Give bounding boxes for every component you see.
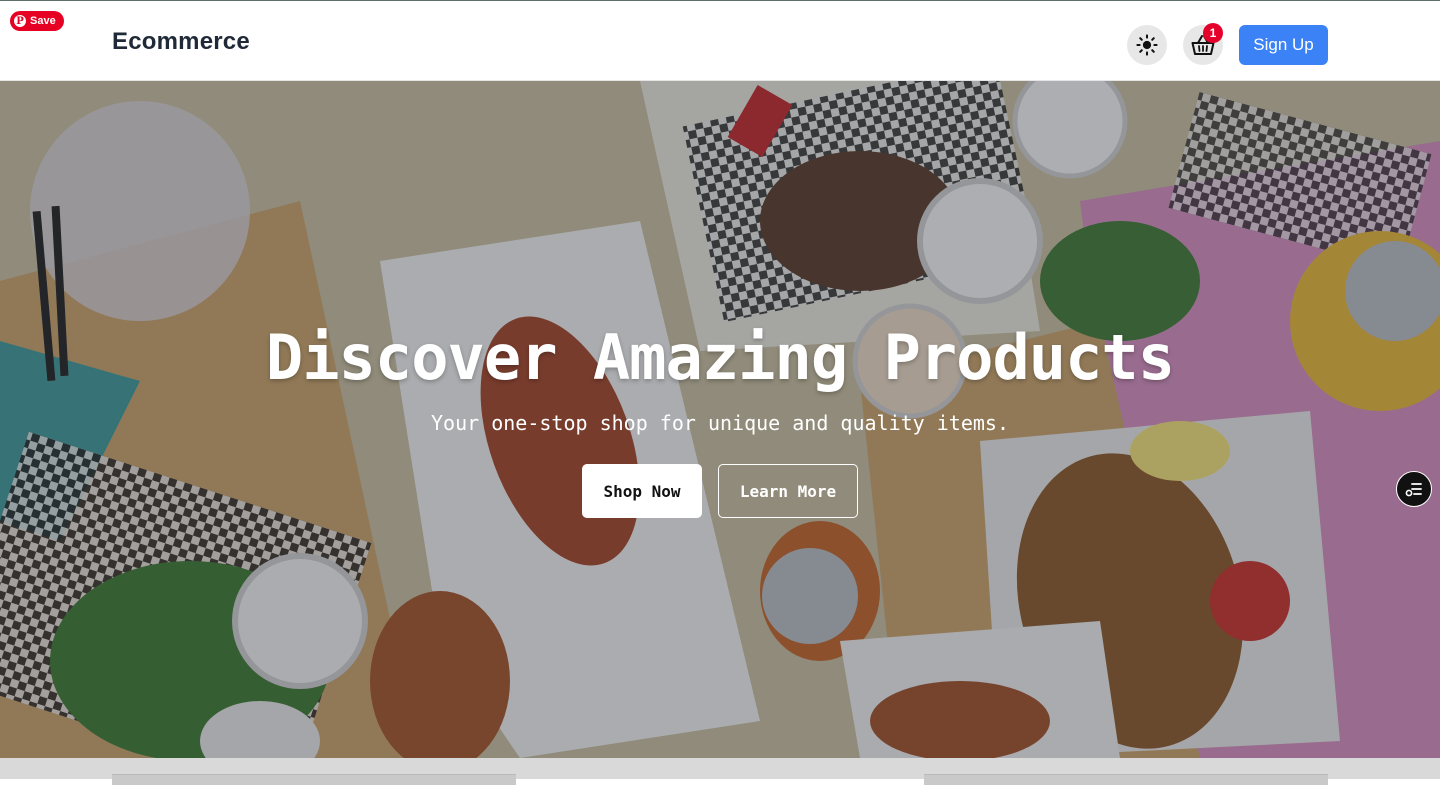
hero-title: Discover Amazing Products: [265, 321, 1175, 394]
floating-filter-button[interactable]: [1396, 471, 1432, 507]
pinterest-logo-icon: P: [14, 15, 26, 27]
filter-list-icon: [1405, 483, 1422, 497]
sun-icon: [1136, 34, 1158, 56]
pinterest-save-button[interactable]: P Save: [10, 11, 64, 31]
shop-now-button[interactable]: Shop Now: [582, 464, 702, 518]
brand-logo-text[interactable]: Ecommerce: [112, 28, 250, 56]
hero-subtitle: Your one-stop shop for unique and qualit…: [431, 411, 1009, 435]
pinterest-save-label: Save: [30, 15, 56, 27]
cart-count-badge: 1: [1203, 23, 1223, 43]
sign-up-button[interactable]: Sign Up: [1239, 25, 1328, 65]
theme-toggle-button[interactable]: [1127, 25, 1167, 65]
learn-more-button[interactable]: Learn More: [718, 464, 858, 518]
cart-button[interactable]: 1: [1183, 23, 1223, 65]
hero-section: Discover Amazing Products Your one-stop …: [0, 81, 1440, 758]
preview-card: [112, 774, 516, 785]
next-section-preview: [0, 758, 1440, 785]
preview-card: [924, 774, 1328, 785]
navbar: Ecommerce 1 Sign Up: [0, 1, 1440, 81]
